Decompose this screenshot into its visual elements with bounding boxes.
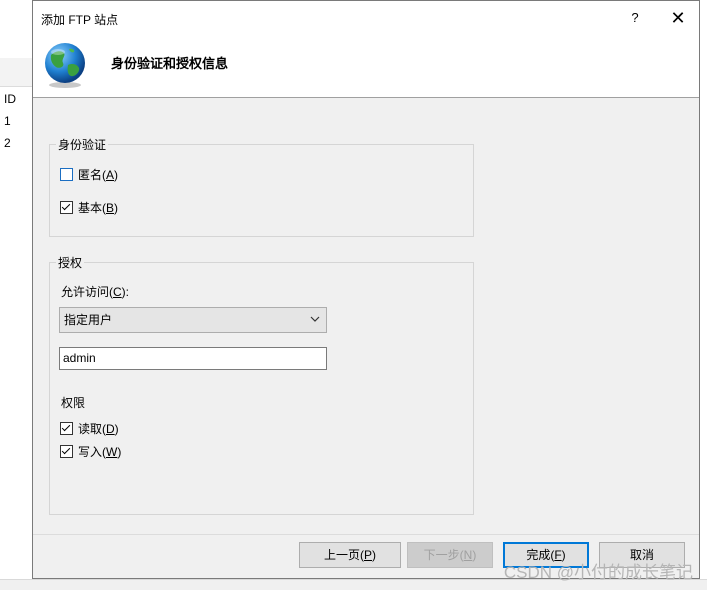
authorization-legend: 授权 — [56, 254, 85, 271]
allow-access-label: 允许访问(C): — [61, 285, 130, 299]
write-checkbox-box[interactable] — [60, 445, 73, 458]
write-checkbox[interactable]: 写入(W) — [60, 443, 121, 460]
close-button[interactable]: ✕ — [667, 7, 689, 29]
read-checkbox-box[interactable] — [60, 422, 73, 435]
footer-separator — [33, 534, 699, 535]
background-row-2: 2 — [4, 136, 11, 150]
page-title: 身份验证和授权信息 — [111, 56, 229, 71]
basic-label: 基本(B) — [78, 201, 119, 215]
basic-checkbox-box[interactable] — [60, 201, 73, 214]
chevron-down-icon — [310, 316, 320, 322]
anonymous-checkbox-box[interactable] — [60, 168, 73, 181]
globe-icon — [45, 43, 85, 88]
write-label: 写入(W) — [78, 445, 122, 459]
allow-access-value: 指定用户 — [64, 313, 113, 327]
prev-button[interactable]: 上一页(P) — [299, 542, 401, 568]
next-button[interactable]: 下一步(N) — [407, 542, 493, 568]
permissions-label: 权限 — [61, 396, 86, 410]
anonymous-label: 匿名(A) — [78, 168, 119, 182]
title-bar: 添加 FTP 站点 ? ✕ — [33, 1, 699, 33]
basic-checkbox[interactable]: 基本(B) — [60, 199, 118, 216]
background-column-header: ID — [4, 92, 16, 106]
allow-access-select[interactable]: 指定用户 — [59, 307, 327, 333]
dialog-title: 添加 FTP 站点 — [41, 13, 119, 27]
help-button[interactable]: ? — [625, 7, 645, 29]
wizard-header: 身份验证和授权信息 — [33, 33, 699, 98]
background-row-1: 1 — [4, 114, 11, 128]
authentication-legend: 身份验证 — [56, 136, 109, 153]
read-label: 读取(D) — [78, 422, 119, 436]
read-checkbox[interactable]: 读取(D) — [60, 420, 119, 437]
anonymous-checkbox[interactable]: 匿名(A) — [60, 166, 118, 183]
watermark: CSDN @小付的成长笔记 — [503, 563, 693, 582]
user-name-input[interactable]: admin — [59, 347, 327, 370]
add-ftp-site-dialog: 添加 FTP 站点 ? ✕ 身份验证和授权信息 身份验证 匿名(A) 基本(B)… — [32, 0, 700, 579]
authentication-group: 身份验证 匿名(A) 基本(B) — [49, 136, 474, 237]
